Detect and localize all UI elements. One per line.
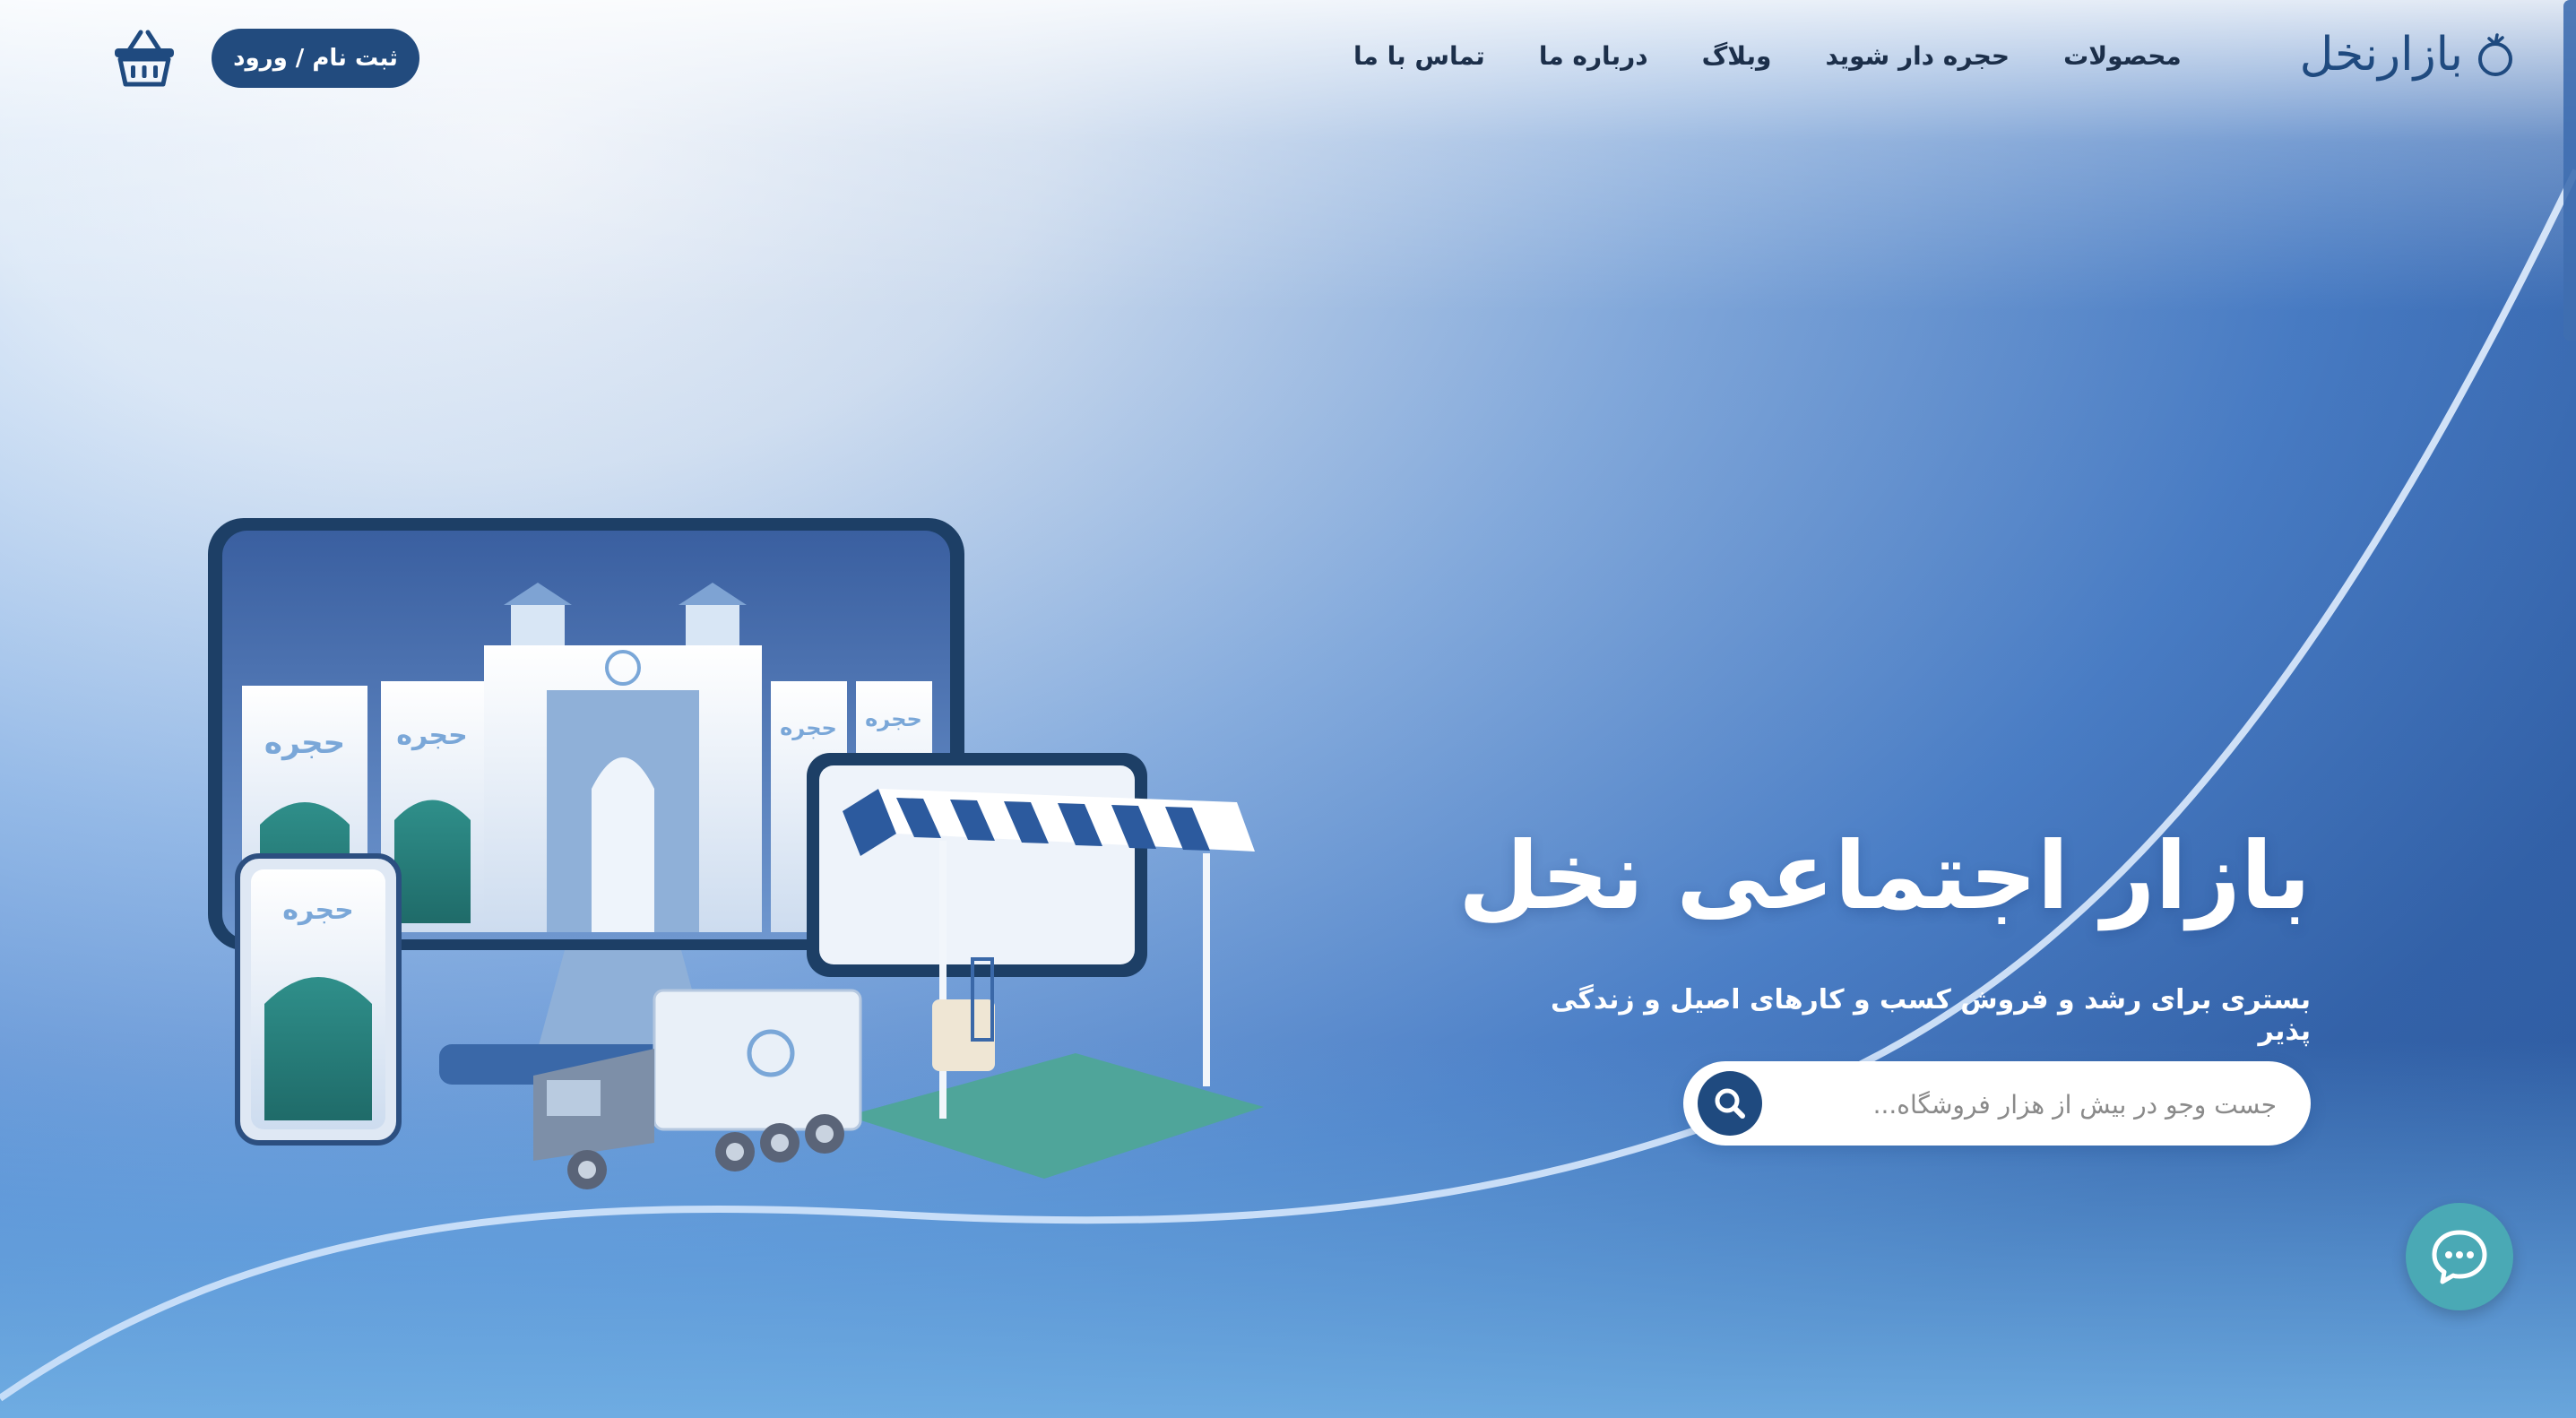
nav-item-products[interactable]: محصولات — [2036, 38, 2209, 74]
main-nav: محصولات حجره دار شوید وبلاگ درباره ما تم… — [1327, 38, 2209, 74]
tablet-stall-graphic — [807, 753, 1264, 1179]
search-input[interactable] — [1809, 1061, 2278, 1147]
hero-subtitle: بستری برای رشد و فروش کسب و کارهای اصیل … — [1551, 984, 2311, 1047]
chat-button[interactable] — [2406, 1203, 2513, 1310]
nav-item-contact[interactable]: تماس با ما — [1327, 38, 1512, 74]
palm-drop-icon — [2478, 33, 2512, 76]
chat-bubble-icon — [2432, 1230, 2487, 1284]
login-register-button[interactable]: ثبت نام / ورود — [212, 29, 419, 88]
hero-title: بازار اجتماعی نخل — [1458, 821, 2311, 930]
shopping-basket-icon[interactable] — [111, 27, 177, 90]
booth-label: حجره — [282, 895, 354, 926]
nav-item-become-seller[interactable]: حجره دار شوید — [1798, 38, 2036, 74]
hero-illustration: حجره حجره حجره حجره حجره — [208, 518, 1264, 1189]
booth-label: حجره — [865, 706, 922, 731]
logo[interactable]: بازارنخل — [2300, 23, 2520, 86]
search-icon — [1715, 1088, 1745, 1119]
nav-item-blog[interactable]: وبلاگ — [1675, 38, 1799, 74]
phone-graphic: حجره — [235, 853, 402, 1146]
search-button[interactable] — [1698, 1071, 1762, 1136]
booth-label: حجره — [264, 725, 345, 761]
nav-item-about[interactable]: درباره ما — [1512, 38, 1675, 74]
booth-label: حجره — [396, 720, 468, 751]
site-header: بازارنخل محصولات حجره دار شوید وبلاگ درب… — [0, 0, 2576, 117]
logo-text: بازارنخل — [2299, 28, 2463, 82]
store-search — [1683, 1061, 2311, 1147]
booth-label: حجره — [780, 715, 837, 740]
